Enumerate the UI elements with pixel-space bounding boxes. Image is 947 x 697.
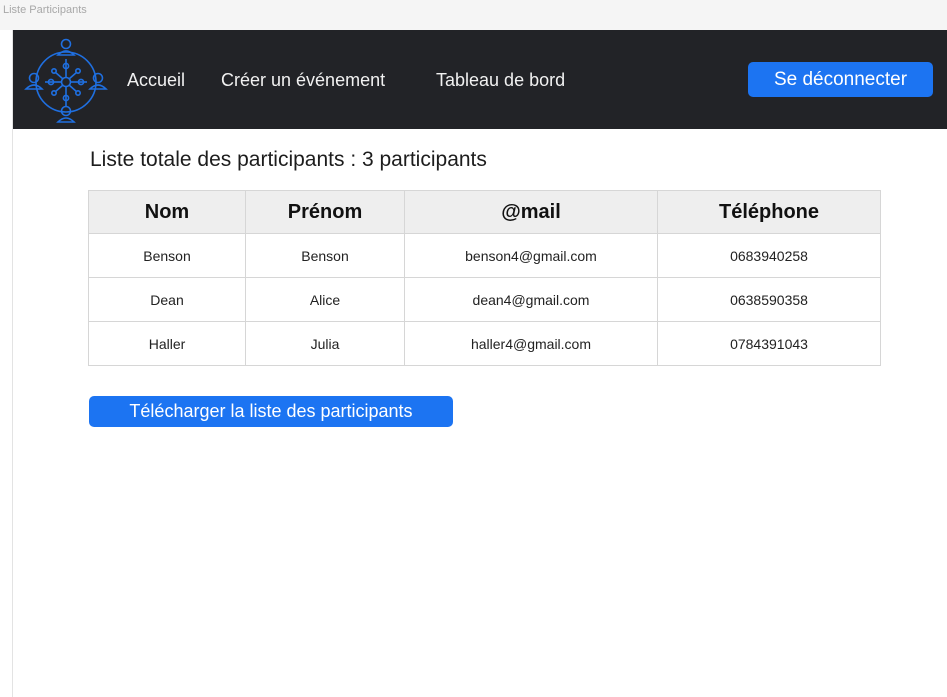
- column-header-nom: Nom: [88, 190, 246, 234]
- cell-telephone: 0683940258: [657, 233, 881, 278]
- nav-link-accueil[interactable]: Accueil: [127, 70, 185, 91]
- nav-link-creer-evenement[interactable]: Créer un événement: [221, 70, 385, 91]
- column-header-email: @mail: [404, 190, 658, 234]
- cell-nom: Haller: [88, 321, 246, 366]
- window-title: Liste Participants: [3, 4, 87, 16]
- nav-link-tableau-de-bord[interactable]: Tableau de bord: [436, 70, 565, 91]
- table-row: Benson Benson benson4@gmail.com 06839402…: [88, 233, 881, 278]
- cell-nom: Dean: [88, 277, 246, 322]
- app-frame: Accueil Créer un événement Tableau de bo…: [12, 30, 947, 697]
- column-header-prenom: Prénom: [245, 190, 405, 234]
- download-participants-button[interactable]: Télécharger la liste des participants: [89, 396, 453, 427]
- table-row: Haller Julia haller4@gmail.com 078439104…: [88, 321, 881, 366]
- cell-telephone: 0784391043: [657, 321, 881, 366]
- cell-prenom: Julia: [245, 321, 405, 366]
- cell-nom: Benson: [88, 233, 246, 278]
- cell-prenom: Alice: [245, 277, 405, 322]
- logout-button[interactable]: Se déconnecter: [748, 62, 933, 97]
- navbar: Accueil Créer un événement Tableau de bo…: [13, 30, 947, 129]
- cell-email: benson4@gmail.com: [404, 233, 658, 278]
- participants-table: Nom Prénom @mail Téléphone Benson Benson…: [88, 190, 881, 366]
- table-header-row: Nom Prénom @mail Téléphone: [88, 190, 881, 234]
- cell-email: dean4@gmail.com: [404, 277, 658, 322]
- network-people-logo-icon[interactable]: [23, 36, 109, 124]
- cell-telephone: 0638590358: [657, 277, 881, 322]
- table-row: Dean Alice dean4@gmail.com 0638590358: [88, 277, 881, 322]
- cell-email: haller4@gmail.com: [404, 321, 658, 366]
- window-title-bar: Liste Participants: [0, 0, 947, 30]
- column-header-telephone: Téléphone: [657, 190, 881, 234]
- cell-prenom: Benson: [245, 233, 405, 278]
- page-title: Liste totale des participants : 3 partic…: [90, 148, 487, 171]
